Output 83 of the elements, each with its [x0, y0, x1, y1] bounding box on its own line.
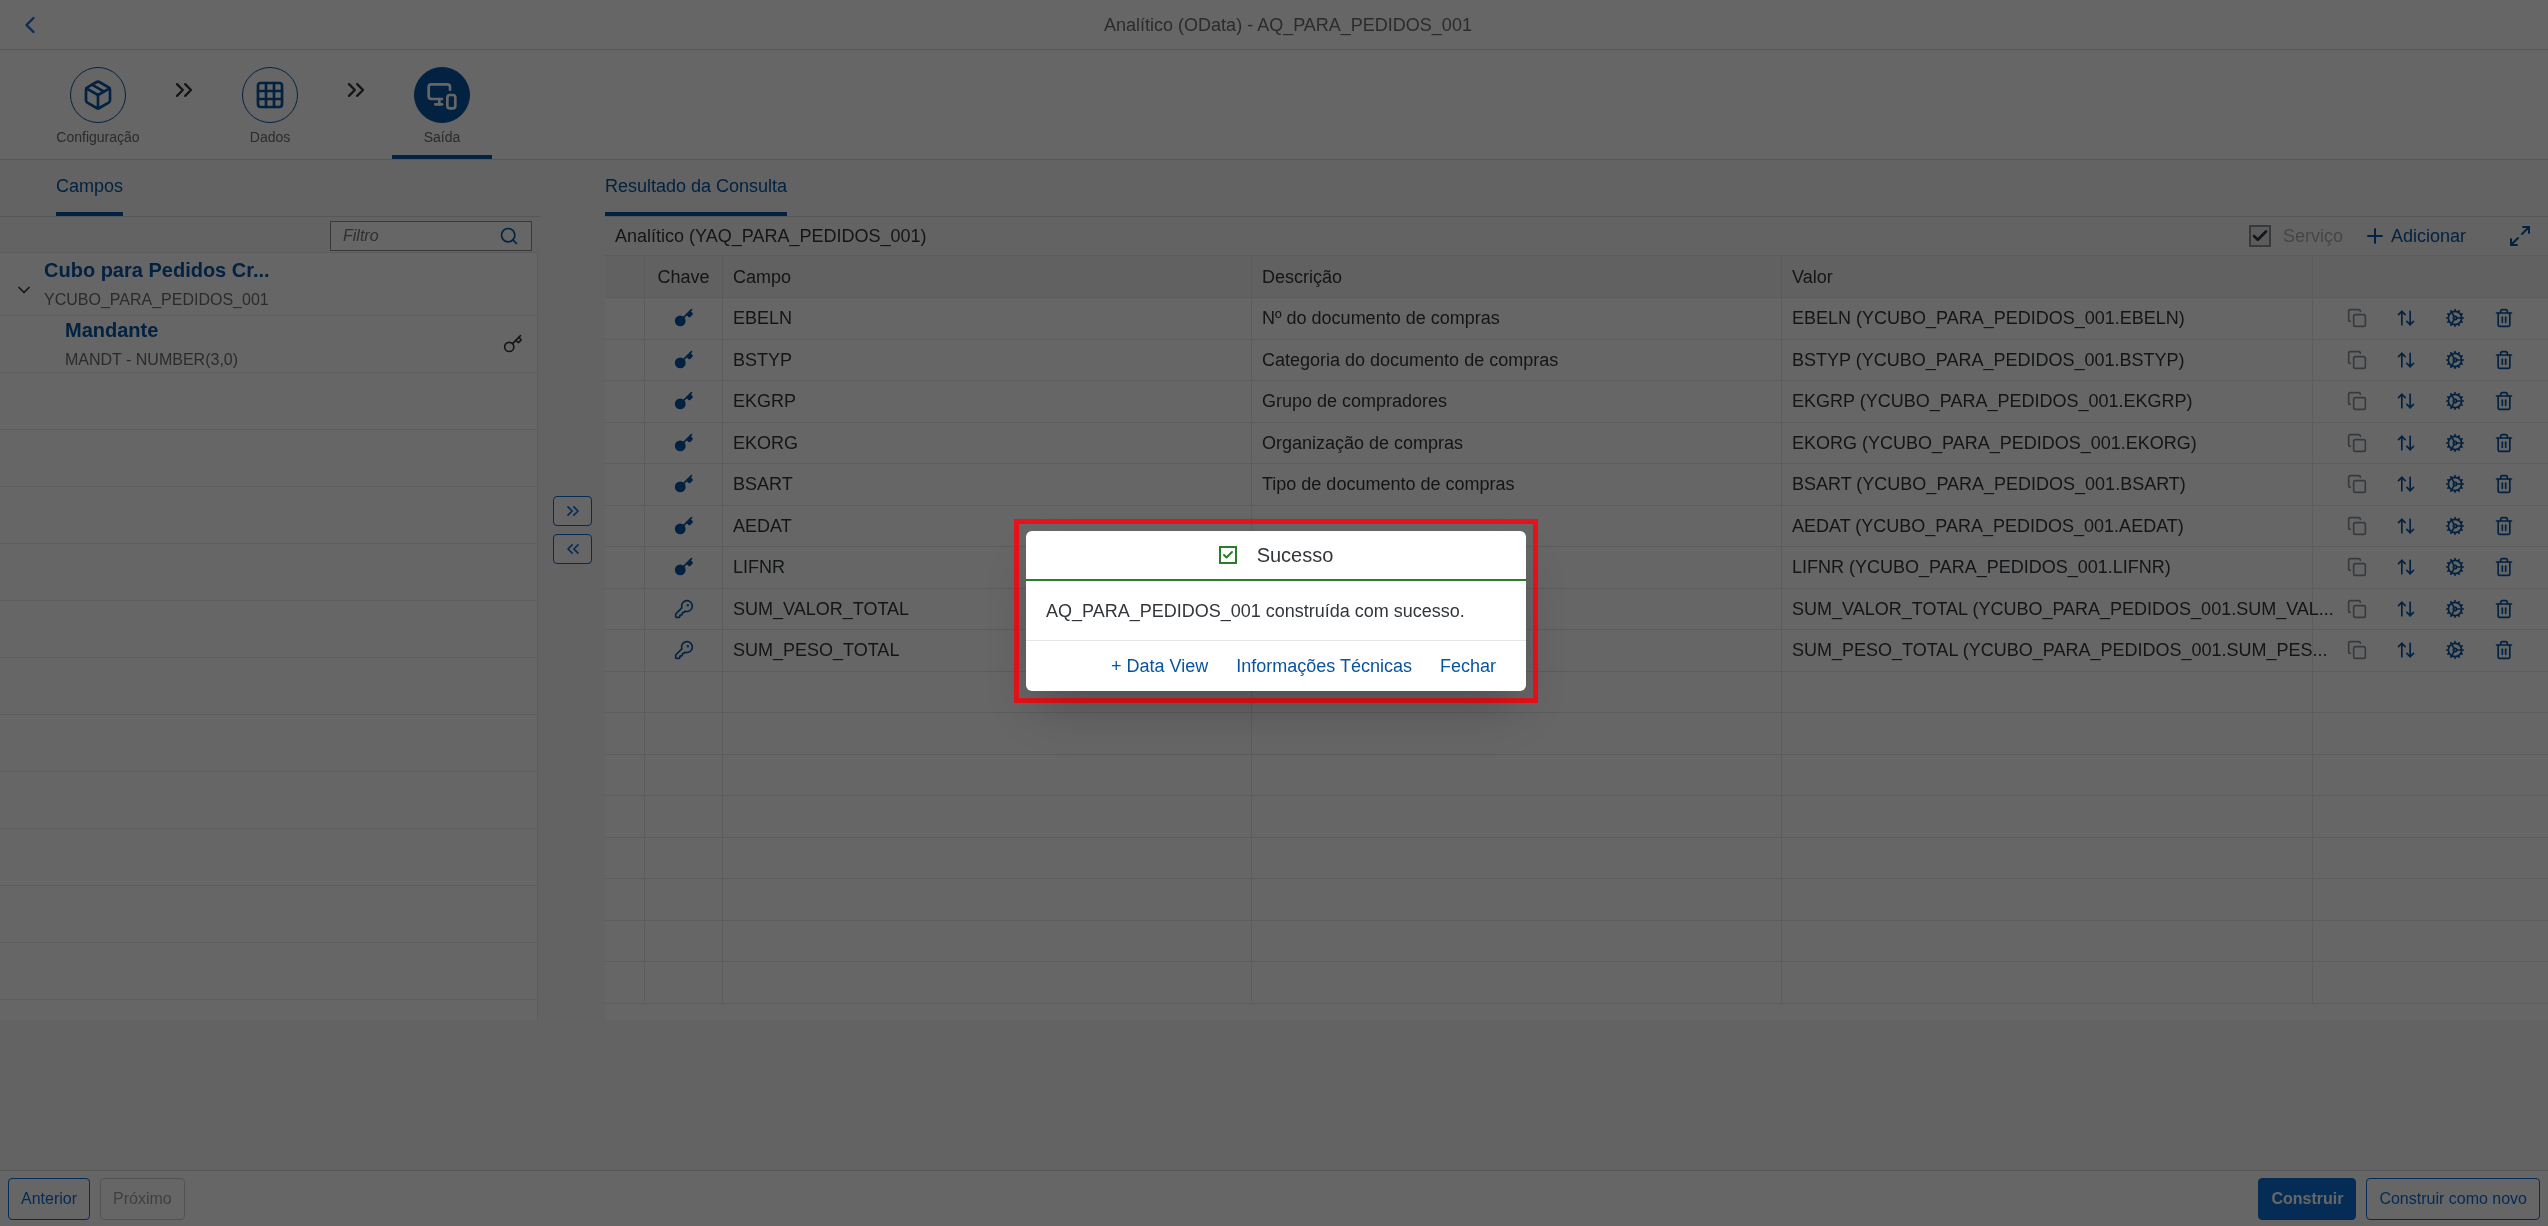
- dialog-action-link[interactable]: + Data View: [1111, 652, 1209, 680]
- copy-icon[interactable]: [2347, 432, 2368, 453]
- copy-icon[interactable]: [2347, 557, 2368, 578]
- description-cell-text: Nº do documento de compras: [1262, 307, 1500, 331]
- step-icon: [82, 79, 114, 111]
- value-cell-text: SUM_VALOR_TOTAL (YCUBO_PARA_PEDIDOS_001.SUM_VAL...: [1792, 597, 2334, 622]
- tree-item-subtitle: MANDT - NUMBER(3,0): [65, 350, 240, 370]
- move-right-button[interactable]: [553, 496, 592, 526]
- footer-button[interactable]: Construir: [2258, 1177, 2357, 1220]
- tree-node-subtitle: YCUBO_PARA_PEDIDOS_001: [44, 290, 270, 310]
- success-check-icon: [1218, 546, 1237, 564]
- search-icon[interactable]: [499, 225, 519, 246]
- value-cell-text: EBELN (YCUBO_PARA_PEDIDOS_001.EBELN): [1792, 307, 2185, 331]
- filter-field[interactable]: Filtro: [343, 223, 499, 248]
- settings-icon[interactable]: [2444, 515, 2465, 536]
- column-header: Campo: [733, 265, 792, 289]
- step-icon: [254, 79, 286, 111]
- fields-tab[interactable]: Campos: [56, 172, 124, 216]
- field-cell-text: SUM_VALOR_TOTAL: [733, 597, 910, 622]
- settings-icon[interactable]: [2444, 349, 2465, 370]
- field-cell-text: BSTYP: [733, 348, 793, 372]
- footer-button[interactable]: Anterior: [8, 1177, 91, 1220]
- step-tab[interactable]: Saída: [392, 67, 492, 159]
- value-cell-text: EKGRP (YCUBO_PARA_PEDIDOS_001.EKGRP): [1792, 390, 2193, 414]
- table-title: Analítico (YAQ_PARA_PEDIDOS_001): [615, 225, 928, 249]
- copy-icon[interactable]: [2347, 640, 2368, 661]
- value-cell-text: EKORG (YCUBO_PARA_PEDIDOS_001.EKORG): [1792, 431, 2197, 456]
- delete-icon[interactable]: [2493, 308, 2514, 329]
- filter-box[interactable]: Filtro: [330, 220, 532, 251]
- settings-icon[interactable]: [2444, 432, 2465, 453]
- description-cell-text: Categoria do documento de compras: [1262, 348, 1559, 372]
- dialog-message: AQ_PARA_PEDIDOS_001 construída com sucesso.: [1046, 599, 1465, 624]
- delete-icon[interactable]: [2493, 640, 2514, 661]
- description-cell-text: Organização de compras: [1262, 431, 1464, 455]
- move-left-button[interactable]: [553, 534, 592, 564]
- description-cell-text: Tipo de documento de compras: [1262, 473, 1515, 497]
- field-cell-text: AEDAT: [733, 514, 792, 538]
- dialog-title: Sucesso: [1256, 543, 1334, 568]
- column-header: Chave: [657, 265, 710, 289]
- delete-icon[interactable]: [2493, 557, 2514, 578]
- settings-icon[interactable]: [2444, 391, 2465, 412]
- value-cell-text: SUM_PESO_TOTAL (YCUBO_PARA_PEDIDOS_001.SUM_PES...: [1792, 639, 2328, 663]
- settings-icon[interactable]: [2444, 308, 2465, 329]
- settings-icon[interactable]: [2444, 598, 2465, 619]
- value-cell-text: LIFNR (YCUBO_PARA_PEDIDOS_001.LIFNR): [1792, 556, 2171, 580]
- settings-icon[interactable]: [2444, 640, 2465, 661]
- copy-icon[interactable]: [2347, 308, 2368, 329]
- tree-item-title[interactable]: Mandante: [65, 316, 503, 344]
- expand-icon[interactable]: [2508, 224, 2532, 248]
- field-cell-text: EKGRP: [733, 390, 797, 414]
- delete-icon[interactable]: [2493, 598, 2514, 619]
- delete-icon[interactable]: [2493, 432, 2514, 453]
- copy-icon[interactable]: [2347, 598, 2368, 619]
- delete-icon[interactable]: [2493, 391, 2514, 412]
- field-cell-text: BSART: [733, 473, 793, 497]
- field-cell-text: EBELN: [733, 307, 793, 331]
- delete-icon[interactable]: [2493, 349, 2514, 370]
- add-button[interactable]: Adicionar: [2362, 222, 2466, 250]
- query-result-tab[interactable]: Resultado da Consulta: [605, 172, 788, 216]
- field-cell-text: EKORG: [733, 431, 798, 455]
- copy-icon[interactable]: [2347, 391, 2368, 412]
- step-tab[interactable]: Configuração: [48, 67, 148, 159]
- value-cell-text: BSART (YCUBO_PARA_PEDIDOS_001.BSART): [1792, 473, 2186, 497]
- dialog-action-link[interactable]: Fechar: [1439, 652, 1496, 680]
- value-cell-text: BSTYP (YCUBO_PARA_PEDIDOS_001.BSTYP): [1792, 348, 2185, 373]
- value-cell-text: AEDAT (YCUBO_PARA_PEDIDOS_001.AEDAT): [1792, 514, 2184, 539]
- delete-icon[interactable]: [2493, 474, 2514, 495]
- column-header: Descrição: [1262, 265, 1343, 289]
- footer-button[interactable]: Construir como novo: [2366, 1177, 2540, 1220]
- column-header: Valor: [1792, 265, 1833, 289]
- settings-icon[interactable]: [2444, 557, 2465, 578]
- description-cell-text: Grupo de compradores: [1262, 390, 1448, 414]
- copy-icon[interactable]: [2347, 474, 2368, 495]
- field-cell-text: SUM_PESO_TOTAL: [733, 639, 900, 663]
- step-tab[interactable]: Dados: [220, 67, 320, 159]
- settings-icon[interactable]: [2444, 474, 2465, 495]
- field-cell-text: LIFNR: [733, 556, 785, 580]
- dialog-action-link[interactable]: Informações Técnicas: [1236, 652, 1412, 680]
- tree-node-title[interactable]: Cubo para Pedidos Cr...: [44, 256, 270, 284]
- window-title: Analítico (OData) - AQ_PARA_PEDIDOS_001: [1104, 13, 1472, 38]
- copy-icon[interactable]: [2347, 349, 2368, 370]
- copy-icon[interactable]: [2347, 515, 2368, 536]
- delete-icon[interactable]: [2493, 515, 2514, 536]
